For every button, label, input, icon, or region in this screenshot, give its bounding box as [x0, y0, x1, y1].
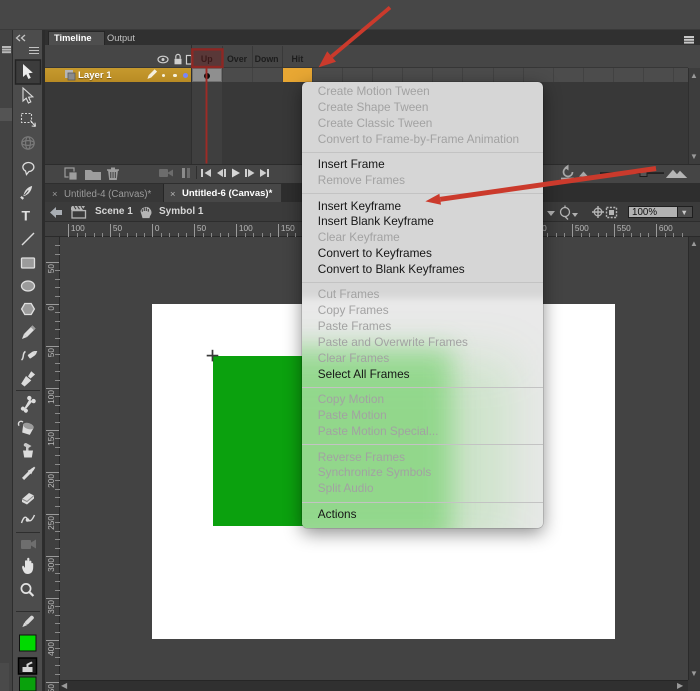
- svg-text:T: T: [22, 208, 31, 224]
